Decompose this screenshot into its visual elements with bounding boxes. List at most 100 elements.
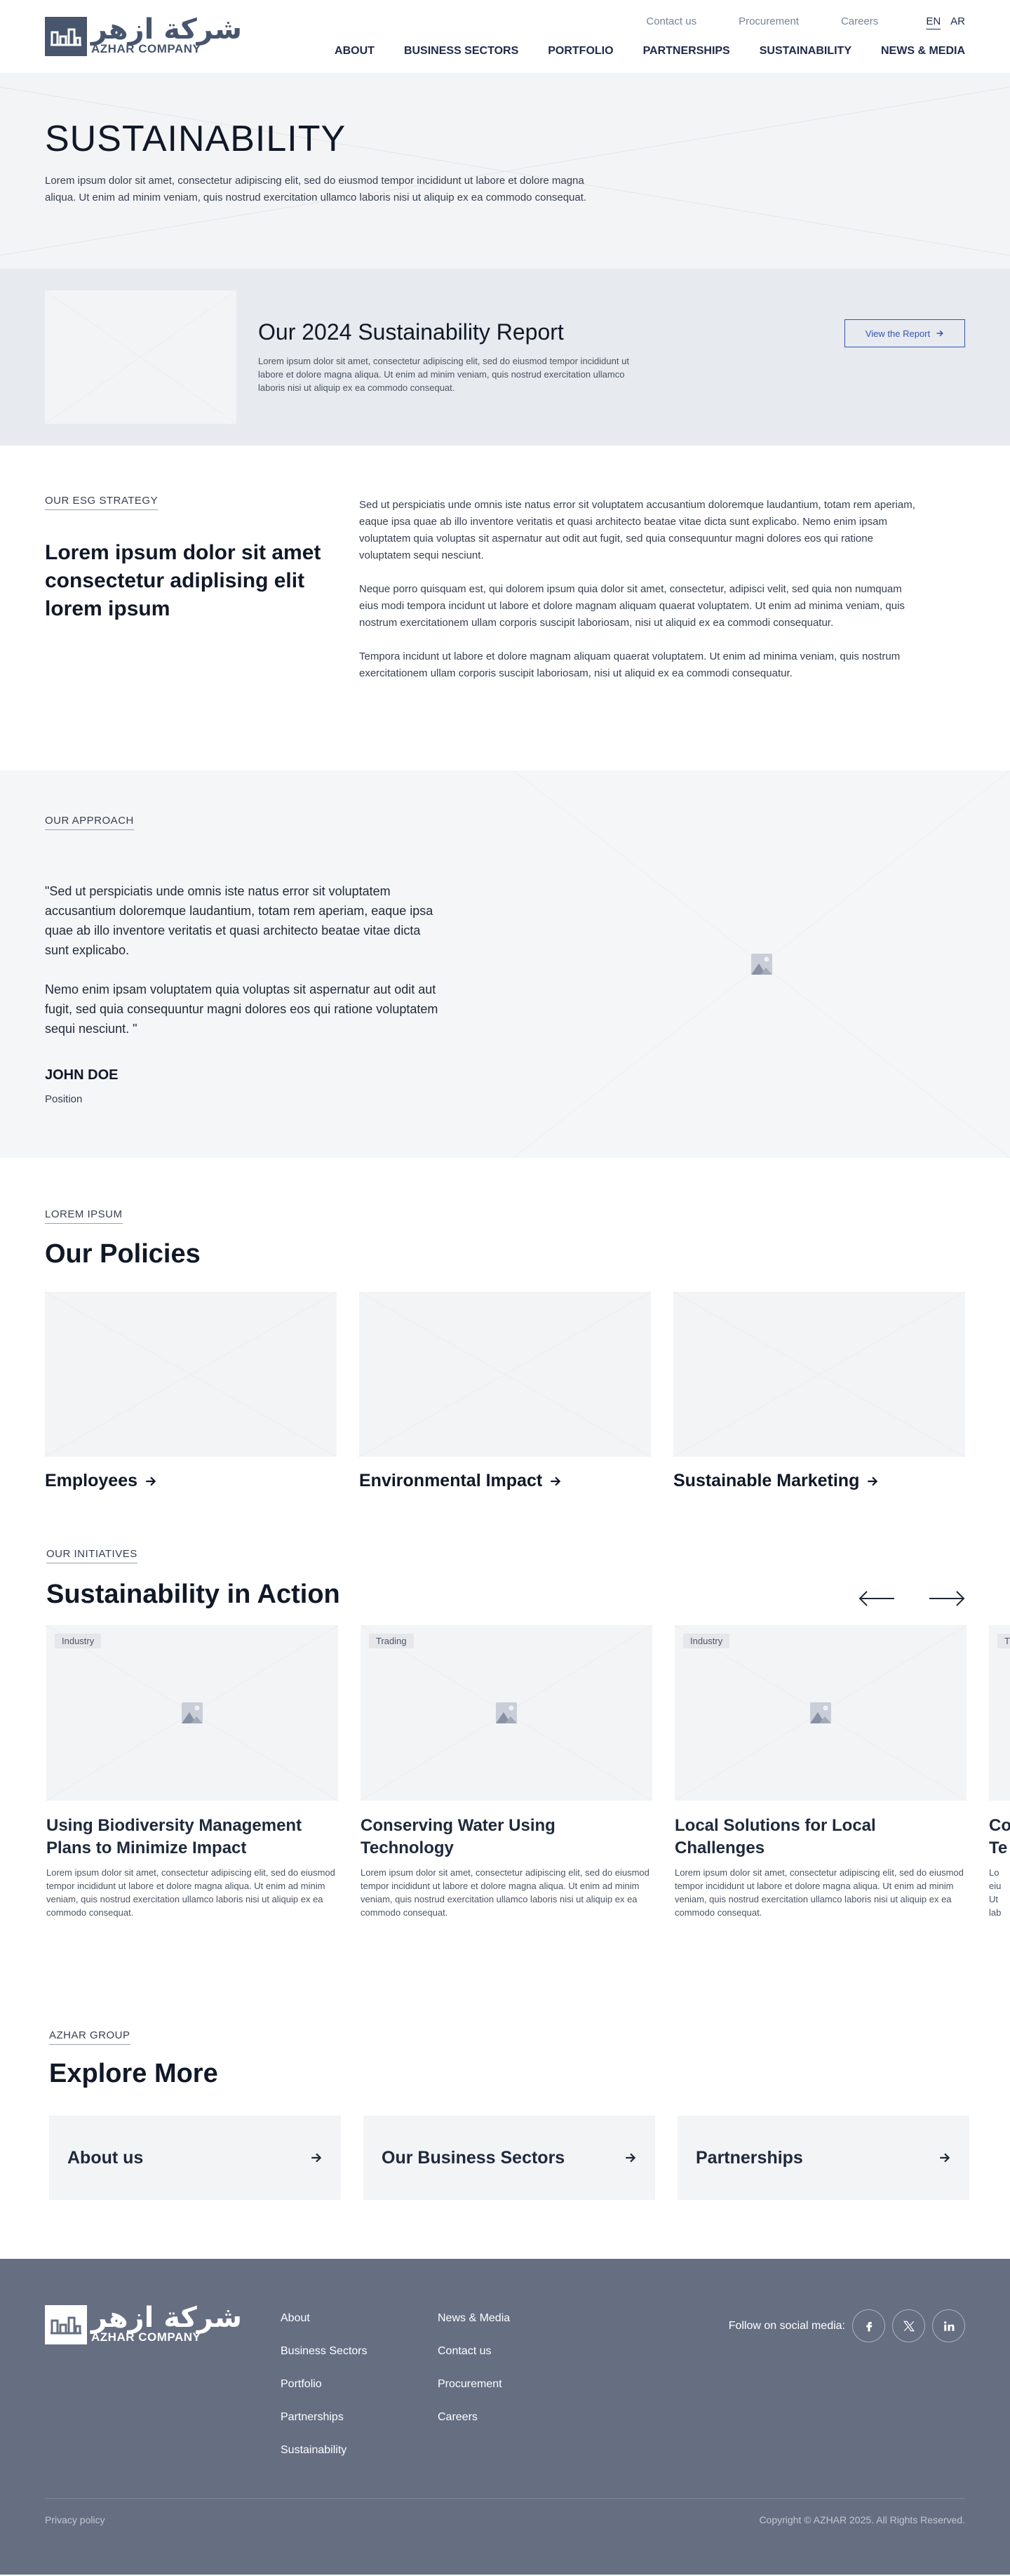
initiative-card[interactable]: Trading Conserving Water Using Technolog… [361, 1625, 652, 1919]
explore-label: Partnerships [696, 2147, 803, 2168]
main-nav: ABOUT BUSINESS SECTORS PORTFOLIO PARTNER… [335, 45, 965, 58]
quote-paragraph: Nemo enim ipsam voluptatem quia voluptas… [45, 982, 438, 1036]
quote-author-name: JOHN DOE [45, 1067, 119, 1083]
nav-about[interactable]: ABOUT [335, 45, 375, 58]
policy-label: Employees [45, 1471, 138, 1490]
company-logo[interactable]: شركة ازهر AZHAR COMPANY [45, 15, 242, 56]
logo-mark-icon [45, 17, 87, 56]
image-icon [495, 1702, 518, 1724]
initiative-title: Co Te [989, 1816, 1010, 1857]
x-icon[interactable] [892, 2309, 925, 2342]
policy-card-sustainable-marketing[interactable]: Sustainable Marketing [673, 1292, 965, 1491]
quote-author-position: Position [45, 1093, 83, 1105]
footer-links-column-1: About Business Sectors Portfolio Partner… [281, 2312, 368, 2457]
policy-image-placeholder [45, 1292, 337, 1457]
footer-links-column-2: News & Media Contact us Procurement Care… [438, 2312, 510, 2424]
approach-eyebrow: OUR APPROACH [45, 815, 134, 830]
policies-eyebrow: LOREM IPSUM [45, 1208, 123, 1224]
nav-sustainability[interactable]: SUSTAINABILITY [760, 45, 851, 58]
privacy-policy-link[interactable]: Privacy policy [45, 2514, 105, 2525]
esg-paragraph: Neque porro quisquam est, qui dolorem ip… [359, 583, 905, 629]
policies-title: Our Policies [45, 1239, 201, 1269]
site-header: شركة ازهر AZHAR COMPANY Contact us Procu… [0, 0, 1010, 73]
approach-quote: "Sed ut perspiciatis unde omnis iste nat… [45, 881, 445, 1058]
category-tag: Trading [369, 1634, 414, 1648]
facebook-icon[interactable] [852, 2309, 885, 2342]
lang-ar[interactable]: AR [950, 15, 965, 27]
footer-link[interactable]: Sustainability [281, 2444, 368, 2457]
footer-link[interactable]: About [281, 2312, 368, 2325]
logo-mark-icon [45, 2305, 87, 2344]
footer-link[interactable]: Contact us [438, 2345, 510, 2358]
arrow-right-icon [549, 1475, 562, 1488]
initiative-image-placeholder: Industry [675, 1625, 967, 1801]
report-title: Our 2024 Sustainability Report [258, 319, 564, 345]
linkedin-icon[interactable] [932, 2309, 965, 2342]
utility-nav: Contact us Procurement Careers EN AR [604, 15, 965, 27]
initiatives-section: OUR INITIATIVES Sustainability in Action… [0, 1528, 1010, 2010]
policy-card-environmental-impact[interactable]: Environmental Impact [359, 1292, 651, 1491]
esg-heading: Lorem ipsum dolor sit amet consectetur a… [45, 541, 321, 620]
hero-text: Lorem ipsum dolor sit amet, consectetur … [45, 175, 587, 203]
explore-label: Our Business Sectors [382, 2147, 565, 2168]
initiative-image-placeholder: Trading [361, 1625, 652, 1801]
nav-portfolio[interactable]: PORTFOLIO [548, 45, 613, 58]
nav-news-media[interactable]: NEWS & MEDIA [881, 45, 965, 58]
footer-logo[interactable]: شركة ازهر AZHAR COMPANY [45, 2304, 242, 2344]
util-link-careers[interactable]: Careers [841, 15, 878, 27]
esg-strategy-section: OUR ESG STRATEGY Lorem ipsum dolor sit a… [0, 446, 1010, 770]
image-icon [750, 953, 773, 975]
hero-section: SUSTAINABILITY Lorem ipsum dolor sit ame… [0, 73, 1010, 269]
page-title: SUSTAINABILITY [45, 119, 346, 159]
explore-title: Explore More [49, 2059, 218, 2088]
approach-image-placeholder [513, 770, 1010, 1158]
report-text: Lorem ipsum dolor sit amet, consectetur … [258, 356, 629, 393]
arrow-right-icon [936, 329, 944, 338]
lang-en[interactable]: EN [926, 15, 941, 27]
policies-section: LOREM IPSUM Our Policies Employees Envir… [0, 1158, 1010, 1528]
policy-image-placeholder [359, 1292, 651, 1457]
esg-paragraph: Tempora incidunt ut labore et dolore mag… [359, 650, 901, 679]
arrow-right-icon [938, 2151, 951, 2164]
footer-link[interactable]: Procurement [438, 2378, 510, 2391]
initiative-text: Lo eiu Ut lab [989, 1867, 1002, 1918]
footer-link[interactable]: Partnerships [281, 2411, 368, 2424]
view-report-button[interactable]: View the Report [844, 319, 965, 347]
approach-section: OUR APPROACH "Sed ut perspiciatis unde o… [0, 770, 1010, 1158]
util-link-contact[interactable]: Contact us [646, 15, 696, 27]
initiative-card[interactable]: Industry Local Solutions for Local Chall… [675, 1625, 967, 1919]
nav-partnerships[interactable]: PARTNERSHIPS [643, 45, 730, 58]
util-link-procurement[interactable]: Procurement [739, 15, 799, 27]
copyright-text: Copyright © AZHAR 2025. All Rights Reser… [759, 2514, 965, 2525]
initiative-title: Using Biodiversity Management Plans to M… [46, 1816, 302, 1857]
arrow-right-icon [866, 1475, 879, 1488]
initiative-text: Lorem ipsum dolor sit amet, consectetur … [46, 1867, 335, 1918]
initiatives-eyebrow: OUR INITIATIVES [46, 1548, 137, 1563]
policy-label: Environmental Impact [359, 1471, 543, 1490]
arrow-right-icon[interactable] [929, 1591, 965, 1606]
footer-link[interactable]: News & Media [438, 2312, 510, 2325]
nav-business-sectors[interactable]: BUSINESS SECTORS [404, 45, 518, 58]
explore-card-partnerships[interactable]: Partnerships [678, 2116, 969, 2200]
category-tag: T [997, 1634, 1010, 1648]
category-tag: Industry [683, 1634, 730, 1648]
arrow-left-icon[interactable] [858, 1591, 895, 1606]
initiative-card-partial[interactable]: T Co Te Lo eiu Ut lab [989, 1625, 1010, 1919]
policy-image-placeholder [673, 1292, 965, 1457]
quote-paragraph: "Sed ut perspiciatis unde omnis iste nat… [45, 884, 433, 957]
image-icon [181, 1702, 203, 1724]
initiative-card[interactable]: Industry Using Biodiversity Management P… [46, 1625, 338, 1919]
category-tag: Industry [55, 1634, 102, 1648]
esg-body: Sed ut perspiciatis unde omnis iste natu… [359, 497, 922, 699]
carousel-controls [858, 1591, 965, 1606]
esg-paragraph: Sed ut perspiciatis unde omnis iste natu… [359, 499, 915, 561]
footer-link[interactable]: Portfolio [281, 2378, 368, 2391]
explore-card-about[interactable]: About us [49, 2116, 341, 2200]
explore-card-business-sectors[interactable]: Our Business Sectors [363, 2116, 655, 2200]
initiatives-title: Sustainability in Action [46, 1580, 340, 1609]
policy-card-employees[interactable]: Employees [45, 1292, 337, 1491]
explore-label: About us [67, 2147, 144, 2168]
arrow-right-icon [310, 2151, 323, 2164]
footer-link[interactable]: Business Sectors [281, 2345, 368, 2358]
footer-link[interactable]: Careers [438, 2411, 510, 2424]
